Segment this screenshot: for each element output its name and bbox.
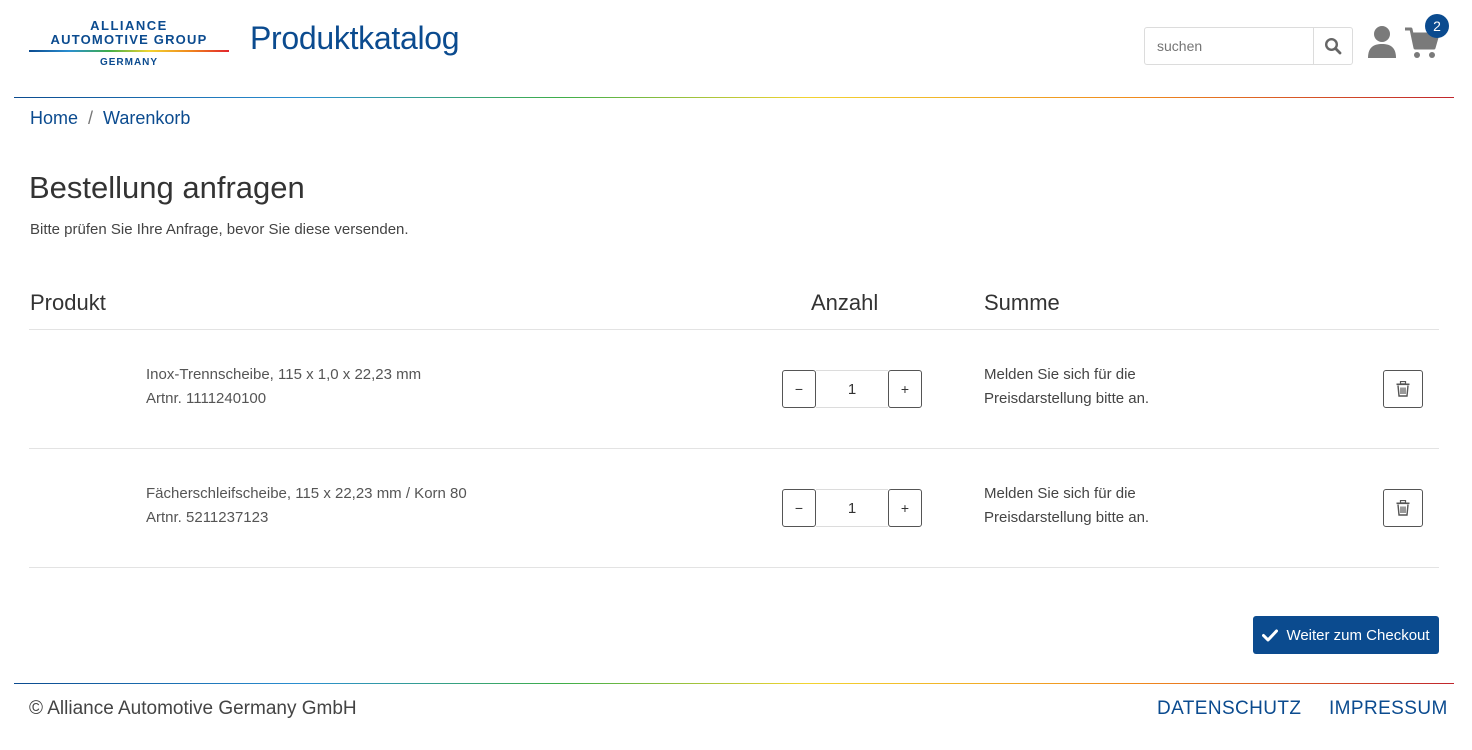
quantity-input[interactable] — [816, 370, 888, 408]
breadcrumb: Home / Warenkorb — [30, 108, 190, 129]
logo-line-1: ALLIANCE — [90, 18, 168, 33]
user-icon[interactable] — [1367, 25, 1397, 59]
site-title[interactable]: Produktkatalog — [250, 20, 460, 57]
header-divider — [14, 97, 1454, 98]
alliance-logo[interactable]: ALLIANCE AUTOMOTIVE GROUP GERMANY — [29, 19, 229, 75]
quantity-stepper: − + — [782, 489, 922, 527]
decrease-quantity-button[interactable]: − — [782, 370, 816, 408]
product-artnr: Artnr. 5211237123 — [146, 509, 269, 526]
cart-count-badge: 2 — [1425, 14, 1449, 38]
product-name[interactable]: Fächerschleifscheibe, 115 x 22,23 mm / K… — [146, 482, 467, 506]
footer-divider — [14, 683, 1454, 684]
logo-line-2: AUTOMOTIVE GROUP — [50, 32, 208, 47]
page-title: Bestellung anfragen — [29, 170, 305, 205]
footer-link-impressum[interactable]: IMPRESSUM — [1329, 698, 1448, 720]
price-login-note: Melden Sie sich für die Preisdarstellung… — [984, 363, 1204, 411]
product-info: Fächerschleifscheibe, 115 x 22,23 mm / K… — [146, 482, 467, 530]
checkout-button-label: Weiter zum Checkout — [1286, 626, 1430, 644]
search-button[interactable] — [1313, 28, 1352, 64]
search-box — [1144, 27, 1353, 65]
decrease-quantity-button[interactable]: − — [782, 489, 816, 527]
breadcrumb-home[interactable]: Home — [30, 108, 78, 129]
product-name[interactable]: Inox-Trennscheibe, 115 x 1,0 x 22,23 mm — [146, 363, 421, 387]
footer-copyright: © Alliance Automotive Germany GmbH — [29, 698, 357, 719]
remove-item-button[interactable] — [1383, 489, 1423, 527]
column-header-summe: Summe — [984, 290, 1060, 315]
product-info: Inox-Trennscheibe, 115 x 1,0 x 22,23 mm … — [146, 363, 421, 411]
breadcrumb-warenkorb[interactable]: Warenkorb — [103, 108, 190, 129]
quantity-input[interactable] — [816, 489, 888, 527]
search-input[interactable] — [1145, 28, 1313, 64]
footer-link-datenschutz[interactable]: DATENSCHUTZ — [1157, 698, 1301, 720]
price-note-line-2: Preisdarstellung bitte an. — [984, 509, 1150, 526]
table-divider — [29, 567, 1439, 568]
breadcrumb-separator: / — [88, 108, 94, 128]
remove-item-button[interactable] — [1383, 370, 1423, 408]
trash-icon — [1396, 500, 1410, 516]
product-artnr: Artnr. 1111240100 — [146, 390, 267, 407]
column-header-produkt: Produkt — [30, 290, 106, 315]
price-note-line-1: Melden Sie sich für die — [984, 366, 1136, 383]
check-icon — [1262, 629, 1279, 641]
page-subtitle: Bitte prüfen Sie Ihre Anfrage, bevor Sie… — [30, 221, 409, 238]
price-note-line-1: Melden Sie sich für die — [984, 485, 1136, 502]
checkout-button[interactable]: Weiter zum Checkout — [1253, 616, 1439, 654]
increase-quantity-button[interactable]: + — [888, 489, 922, 527]
trash-icon — [1396, 381, 1410, 397]
price-login-note: Melden Sie sich für die Preisdarstellung… — [984, 482, 1204, 530]
search-icon — [1324, 37, 1342, 55]
increase-quantity-button[interactable]: + — [888, 370, 922, 408]
price-note-line-2: Preisdarstellung bitte an. — [984, 390, 1150, 407]
quantity-stepper: − + — [782, 370, 922, 408]
column-header-anzahl: Anzahl — [811, 290, 879, 315]
header: ALLIANCE AUTOMOTIVE GROUP GERMANY Produk… — [0, 0, 1472, 97]
logo-line-3: GERMANY — [99, 57, 159, 68]
table-divider — [29, 329, 1439, 330]
logo-rainbow-stripe — [29, 50, 229, 52]
table-divider — [29, 448, 1439, 449]
